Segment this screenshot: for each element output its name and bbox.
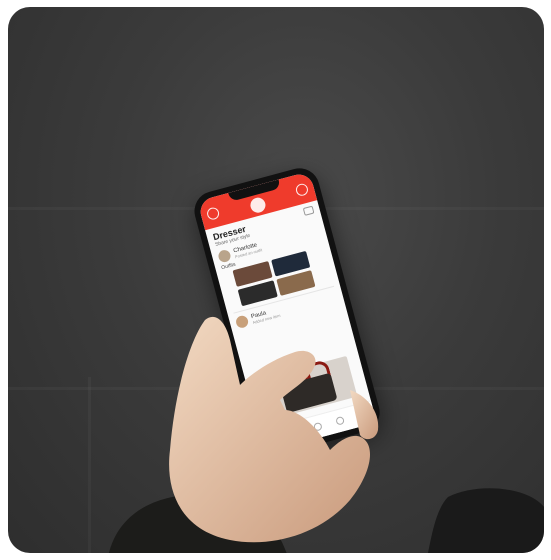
avatar[interactable] [217,248,232,264]
hand [169,316,379,543]
dark-object [428,488,544,553]
gear-icon[interactable] [294,182,310,198]
logo-icon[interactable] [248,195,268,215]
person-icon[interactable] [205,206,221,221]
